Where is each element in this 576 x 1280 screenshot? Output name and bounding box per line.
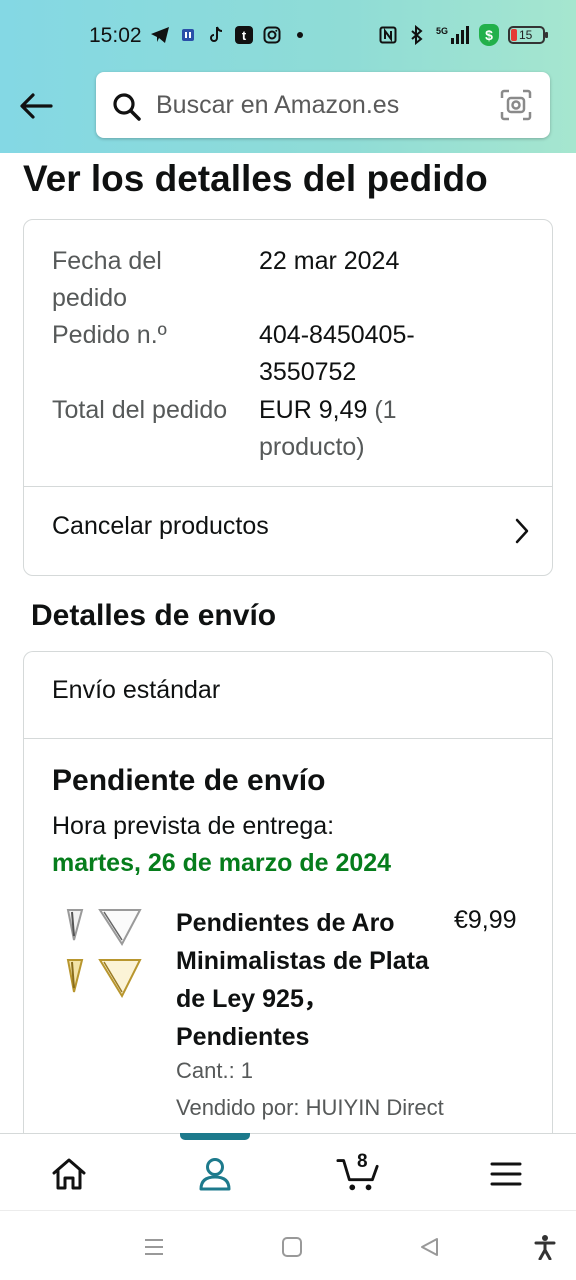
page-title: Ver los detalles del pedido [23, 158, 488, 199]
cancel-products-button[interactable]: Cancelar productos [24, 488, 552, 576]
back-system-button[interactable] [415, 1233, 443, 1261]
home-system-button[interactable] [278, 1233, 306, 1261]
product-quantity: Cant.: 1 [176, 1058, 254, 1083]
nav-menu[interactable] [484, 1152, 528, 1196]
battery-icon: 15 [508, 26, 548, 44]
app-notification-icon [178, 24, 198, 46]
shipping-method: Envío estándar [52, 676, 221, 704]
product-price: €9,99 [454, 906, 517, 934]
accessibility-button[interactable] [531, 1233, 559, 1261]
svg-text:5G: 5G [436, 26, 448, 36]
nav-account[interactable] [193, 1152, 237, 1196]
divider [24, 738, 552, 739]
search-bar[interactable] [96, 72, 550, 138]
shipping-card: Envío estándar Pendiente de envío Hora p… [23, 651, 553, 1171]
security-shield-icon: $ [479, 24, 499, 46]
order-total-value: EUR 9,49 (1 producto) [259, 392, 459, 466]
order-number-label: Pedido n.º [52, 321, 167, 349]
chevron-right-icon [514, 518, 530, 549]
shipment-status: Pendiente de envío [52, 764, 326, 797]
order-number-value: 404-8450405-3550752 [259, 321, 415, 386]
product-seller: Vendido por: HUIYIN Direct [176, 1095, 444, 1120]
instagram-icon [262, 24, 282, 46]
signal-5g-icon: 5G [436, 24, 470, 46]
cart-count-badge: 8 [357, 1151, 368, 1172]
delivery-estimate-date: martes, 26 de marzo de 2024 [52, 849, 392, 877]
svg-text:t: t [242, 28, 247, 43]
recents-lines-icon [145, 1239, 163, 1255]
arrow-left-icon [20, 93, 53, 119]
bluetooth-icon [407, 24, 427, 46]
delivery-estimate-label: Hora prevista de entrega: [52, 812, 335, 840]
order-date-value: 22 mar 2024 [259, 247, 400, 275]
account-icon [199, 1158, 231, 1191]
tumblr-icon: t [234, 24, 254, 46]
order-summary-card: Fecha del pedido 22 mar 2024 Pedido n.º … [23, 219, 553, 576]
order-total-amount: EUR 9,49 [259, 396, 368, 424]
more-notifications-dot-icon [290, 24, 310, 46]
home-icon [52, 1158, 86, 1190]
back-button[interactable] [16, 86, 56, 126]
shipping-section-title: Detalles de envío [31, 599, 277, 632]
order-date-label: Fecha del pedido [52, 247, 162, 312]
square-icon [282, 1237, 302, 1257]
product-image[interactable] [60, 906, 150, 1006]
accessibility-icon [534, 1235, 556, 1260]
product-title-link[interactable]: Pendientes de Aro Minimalistas de Plata … [176, 904, 446, 1056]
status-time: 15:02 [89, 24, 142, 47]
notification-icons: t [150, 24, 310, 46]
nav-home[interactable] [47, 1152, 91, 1196]
system-nav-bar [0, 1210, 576, 1280]
camera-search-icon[interactable] [500, 89, 532, 126]
order-total-label: Total del pedido [52, 396, 228, 424]
telegram-icon [150, 24, 170, 46]
active-tab-indicator [180, 1133, 250, 1140]
triangle-back-icon [421, 1238, 438, 1256]
search-input[interactable] [156, 90, 486, 120]
status-bar: 15:02 t 5G $ 15 [0, 0, 576, 68]
cancel-products-label: Cancelar productos [52, 512, 269, 540]
system-status-icons: 5G $ 15 [378, 24, 548, 46]
recent-apps-button[interactable] [140, 1233, 168, 1261]
divider [24, 486, 552, 487]
nfc-icon [378, 24, 398, 46]
bottom-nav [0, 1133, 576, 1210]
menu-icon [490, 1162, 522, 1186]
app-header: 15:02 t 5G $ 15 Buscar en Amazon.es [0, 0, 576, 153]
tiktok-icon [206, 24, 226, 46]
search-icon [112, 92, 142, 127]
